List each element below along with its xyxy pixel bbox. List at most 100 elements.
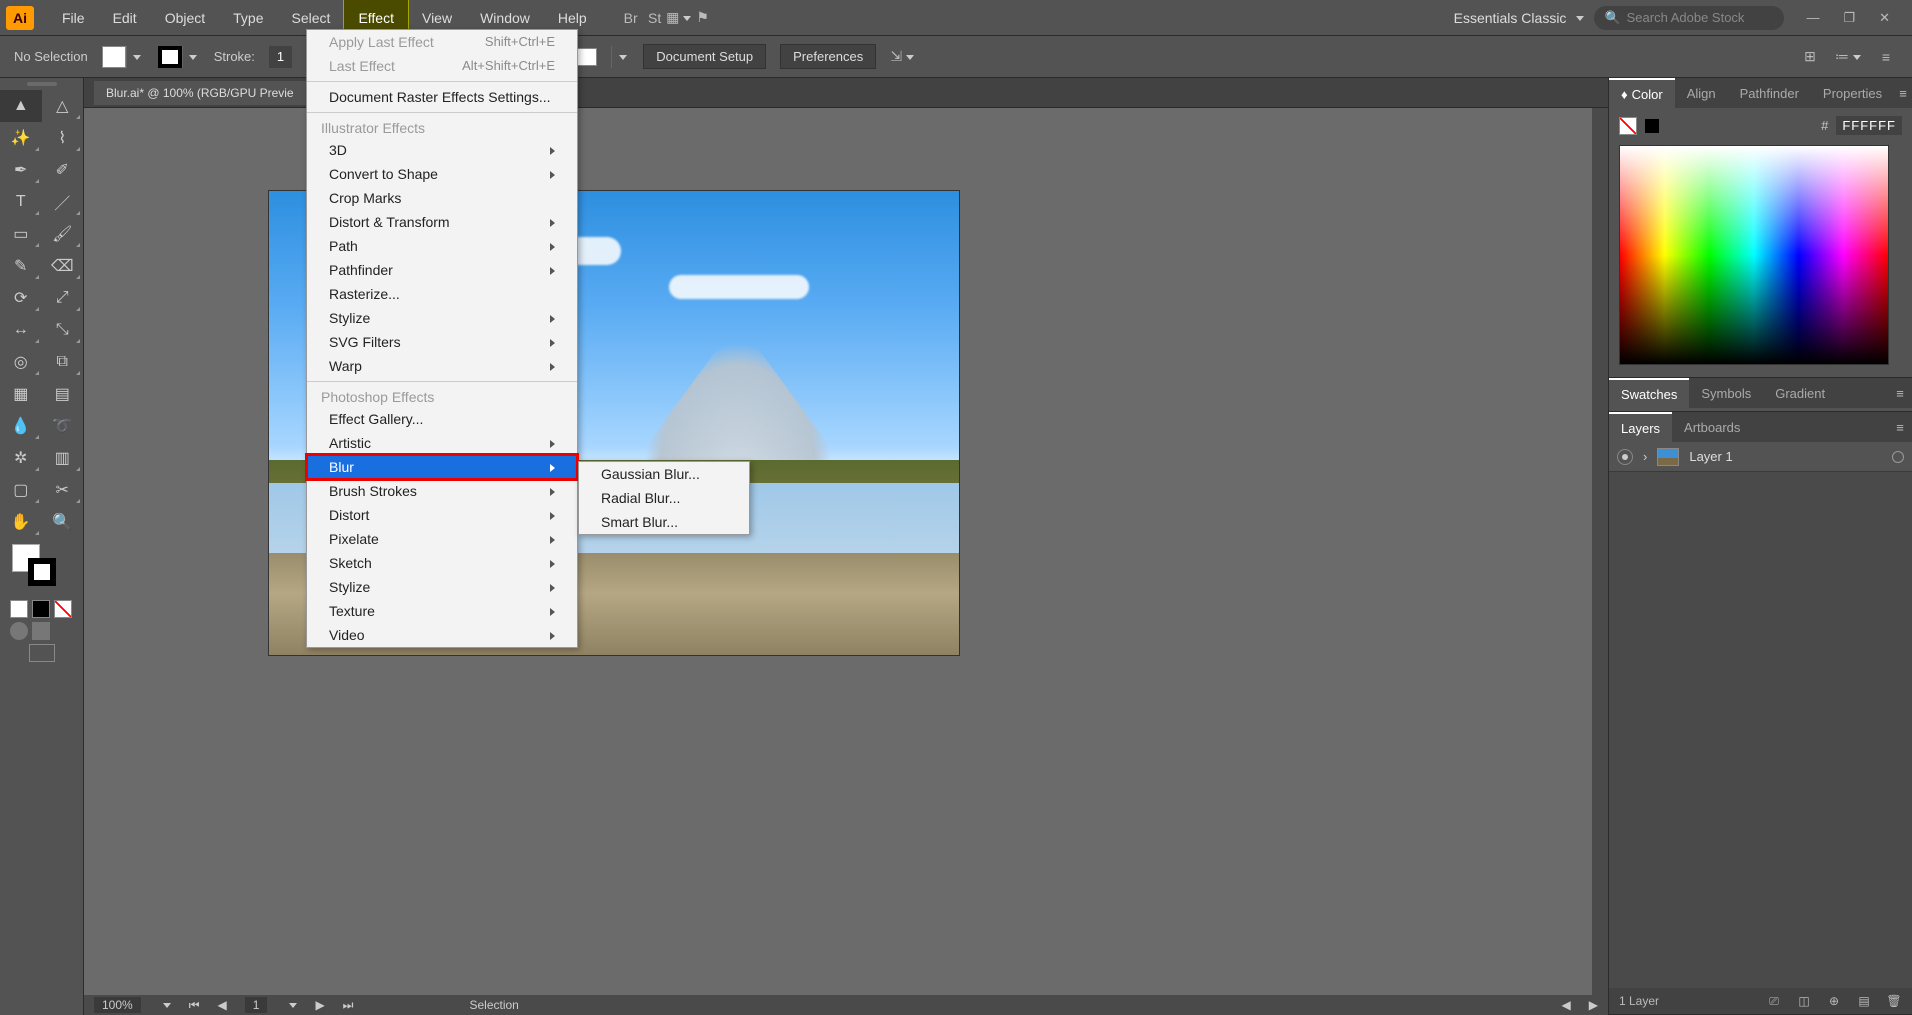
tool-shaper[interactable]: ✎ bbox=[0, 250, 42, 282]
tab-align[interactable]: Align bbox=[1675, 78, 1728, 108]
document-setup-button[interactable]: Document Setup bbox=[643, 44, 766, 69]
vertical-scrollbar[interactable] bbox=[1592, 108, 1608, 995]
tool-type[interactable]: T bbox=[0, 186, 42, 218]
menuitem-3d[interactable]: 3D bbox=[307, 138, 577, 162]
menuitem-artistic[interactable]: Artistic bbox=[307, 431, 577, 455]
tools-grip[interactable] bbox=[0, 78, 83, 90]
swatches-panel-menu-icon[interactable]: ≡ bbox=[1888, 378, 1912, 408]
artboard-dropdown[interactable] bbox=[285, 998, 297, 1012]
menuitem-distort-transform[interactable]: Distort & Transform bbox=[307, 210, 577, 234]
tab-gradient[interactable]: Gradient bbox=[1763, 378, 1837, 408]
draw-behind-icon[interactable] bbox=[32, 622, 50, 640]
menuitem-effect-gallery[interactable]: Effect Gallery... bbox=[307, 407, 577, 431]
menu-object[interactable]: Object bbox=[151, 0, 219, 36]
tool-mesh[interactable]: ▦ bbox=[0, 378, 42, 410]
tool-slice[interactable]: ✂ bbox=[42, 474, 84, 506]
menu-file[interactable]: File bbox=[48, 0, 99, 36]
menuitem-path[interactable]: Path bbox=[307, 234, 577, 258]
gradient-mode-icon[interactable] bbox=[32, 600, 50, 618]
window-close-icon[interactable]: ✕ bbox=[1879, 10, 1890, 26]
window-restore-icon[interactable]: ❐ bbox=[1843, 10, 1855, 26]
layers-panel-menu-icon[interactable]: ≡ bbox=[1888, 412, 1912, 442]
menuitem-warp[interactable]: Warp bbox=[307, 354, 577, 378]
tab-artboards[interactable]: Artboards bbox=[1672, 412, 1752, 442]
gpu-icon[interactable]: ⚑ bbox=[691, 6, 715, 30]
scroll-left-icon[interactable]: ◀ bbox=[1562, 998, 1571, 1012]
tab-layers[interactable]: Layers bbox=[1609, 412, 1672, 442]
menuitem-rasterize[interactable]: Rasterize... bbox=[307, 282, 577, 306]
tool-eyedropper[interactable]: 💧 bbox=[0, 410, 42, 442]
layer-row[interactable]: › Layer 1 bbox=[1609, 442, 1912, 472]
tab-swatches[interactable]: Swatches bbox=[1609, 378, 1689, 408]
artboard-next-icon[interactable]: ▶ bbox=[315, 998, 324, 1012]
stroke-box[interactable] bbox=[28, 558, 56, 586]
color-mode-icon[interactable] bbox=[10, 600, 28, 618]
layer-name[interactable]: Layer 1 bbox=[1689, 449, 1732, 464]
new-sublayer-icon[interactable]: ⊕ bbox=[1826, 993, 1842, 1009]
menuitem-brush-strokes[interactable]: Brush Strokes bbox=[307, 479, 577, 503]
transform-icon[interactable]: ⊞ bbox=[1798, 45, 1822, 69]
stroke-weight-field[interactable]: 1 bbox=[269, 46, 292, 68]
menuitem-crop-marks[interactable]: Crop Marks bbox=[307, 186, 577, 210]
preferences-button[interactable]: Preferences bbox=[780, 44, 876, 69]
menuitem-stylize[interactable]: Stylize bbox=[307, 575, 577, 599]
fill-swatch[interactable] bbox=[102, 46, 126, 68]
fill-dropdown[interactable] bbox=[126, 46, 144, 68]
tool-width[interactable]: ↔ bbox=[0, 314, 42, 346]
tool-free-transform[interactable]: ⤡ bbox=[42, 314, 84, 346]
hex-field[interactable]: FFFFFF bbox=[1836, 116, 1902, 135]
menuitem-radial-blur[interactable]: Radial Blur... bbox=[579, 486, 749, 510]
tab-properties[interactable]: Properties bbox=[1811, 78, 1894, 108]
window-minimize-icon[interactable]: — bbox=[1806, 10, 1819, 26]
tool-perspective[interactable]: ⧉ bbox=[42, 346, 84, 378]
tool-paintbrush[interactable]: 🖌 bbox=[42, 218, 84, 250]
tool-pen[interactable]: ✒ bbox=[0, 154, 42, 186]
tool-rectangle[interactable]: ▭ bbox=[0, 218, 42, 250]
tool-line[interactable]: ／ bbox=[42, 186, 84, 218]
visibility-toggle-icon[interactable] bbox=[1617, 449, 1633, 465]
tool-gradient[interactable]: ▤ bbox=[42, 378, 84, 410]
color-panel-menu-icon[interactable]: ≡ bbox=[1894, 78, 1912, 108]
tool-zoom[interactable]: 🔍 bbox=[42, 506, 84, 538]
tool-direct-selection[interactable]: △ bbox=[42, 90, 84, 122]
align-panel-icon[interactable]: ≔ bbox=[1836, 45, 1860, 69]
menuitem-video[interactable]: Video bbox=[307, 623, 577, 647]
screen-mode-icon[interactable] bbox=[29, 644, 55, 662]
menuitem-pixelate[interactable]: Pixelate bbox=[307, 527, 577, 551]
menuitem-blur[interactable]: Blur bbox=[307, 455, 577, 479]
artboard-last-icon[interactable]: ⏭ bbox=[343, 998, 354, 1013]
menu-type[interactable]: Type bbox=[219, 0, 277, 36]
arrange-documents-icon[interactable]: ▦ bbox=[667, 6, 691, 30]
zoom-dropdown[interactable] bbox=[159, 998, 171, 1012]
tool-artboard[interactable]: ▢ bbox=[0, 474, 42, 506]
locate-object-icon[interactable]: ⎚ bbox=[1766, 993, 1782, 1009]
menuitem-raster-settings[interactable]: Document Raster Effects Settings... bbox=[307, 85, 577, 109]
tool-magic-wand[interactable]: ✨ bbox=[0, 122, 42, 154]
menuitem-svg-filters[interactable]: SVG Filters bbox=[307, 330, 577, 354]
artboard-number-field[interactable]: 1 bbox=[245, 997, 268, 1013]
draw-normal-icon[interactable] bbox=[10, 622, 28, 640]
tool-curvature[interactable]: ✐ bbox=[42, 154, 84, 186]
stock-icon[interactable]: St bbox=[643, 6, 667, 30]
scroll-right-icon[interactable]: ▶ bbox=[1589, 998, 1598, 1012]
control-menu-icon[interactable]: ≡ bbox=[1874, 45, 1898, 69]
artboard-prev-icon[interactable]: ◀ bbox=[218, 998, 227, 1012]
tab-pathfinder[interactable]: Pathfinder bbox=[1728, 78, 1811, 108]
workspace-switcher[interactable]: Essentials Classic bbox=[1444, 10, 1595, 26]
black-color-icon[interactable] bbox=[1645, 119, 1659, 133]
zoom-field[interactable]: 100% bbox=[94, 997, 141, 1013]
tool-eraser[interactable]: ⌫ bbox=[42, 250, 84, 282]
color-spectrum[interactable] bbox=[1619, 145, 1889, 365]
tool-hand[interactable]: ✋ bbox=[0, 506, 42, 538]
menuitem-stylize[interactable]: Stylize bbox=[307, 306, 577, 330]
graphic-style-dropdown[interactable] bbox=[611, 46, 629, 68]
tab-color[interactable]: ♦Color bbox=[1609, 78, 1675, 108]
tab-symbols[interactable]: Symbols bbox=[1689, 378, 1763, 408]
menuitem-texture[interactable]: Texture bbox=[307, 599, 577, 623]
stroke-dropdown[interactable] bbox=[182, 46, 200, 68]
graphic-style-swatch[interactable] bbox=[577, 48, 597, 66]
tool-selection[interactable]: ▲ bbox=[0, 90, 42, 122]
target-icon[interactable] bbox=[1892, 451, 1904, 463]
menuitem-sketch[interactable]: Sketch bbox=[307, 551, 577, 575]
menuitem-smart-blur[interactable]: Smart Blur... bbox=[579, 510, 749, 534]
